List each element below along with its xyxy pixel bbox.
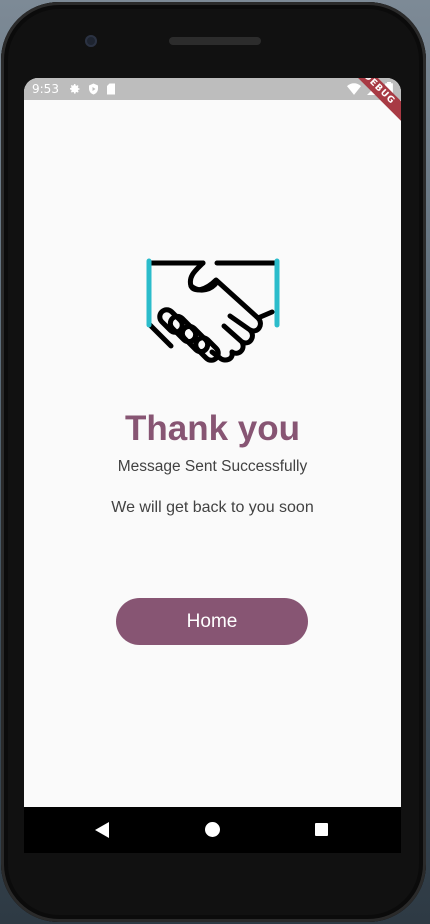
handshake-icon <box>146 258 280 363</box>
app-screen: 9:53 DEBUG Thank you Message Sent Succes… <box>24 78 401 807</box>
front-camera <box>85 35 97 47</box>
status-left-icons <box>69 83 116 95</box>
page-title: Thank you <box>124 409 301 448</box>
back-icon[interactable] <box>95 822 109 838</box>
wifi-icon <box>347 82 361 95</box>
home-icon[interactable] <box>205 822 220 837</box>
sd-card-icon <box>106 83 115 95</box>
status-time: 9:53 <box>32 82 59 96</box>
status-bar: 9:53 DEBUG <box>24 78 401 124</box>
recents-icon[interactable] <box>315 823 328 836</box>
success-subtitle: Message Sent Successfully <box>117 458 308 475</box>
system-nav-bar <box>24 807 401 853</box>
home-button[interactable]: Home <box>116 598 308 645</box>
follow-up-message: We will get back to you soon <box>111 499 314 516</box>
earpiece-speaker <box>169 37 261 45</box>
shield-icon <box>88 83 98 95</box>
gear-icon <box>69 84 80 94</box>
